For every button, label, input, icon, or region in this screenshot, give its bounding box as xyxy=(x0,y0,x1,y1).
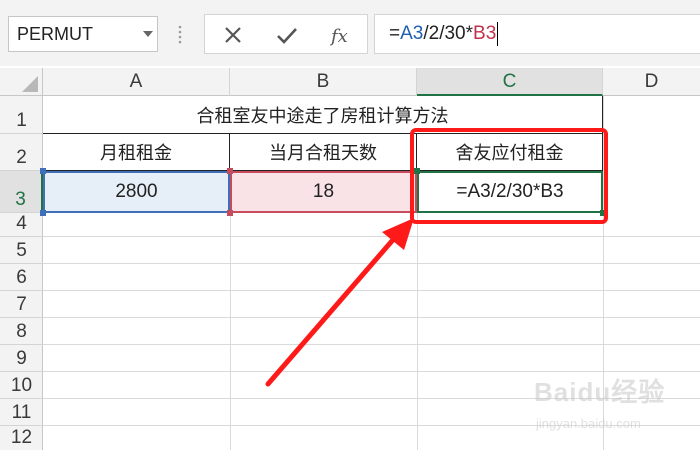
watermark-sub: jingyan.baidu.com xyxy=(536,416,641,431)
watermark-main: Baidu经验 xyxy=(534,377,666,407)
baidu-watermark: Baidu经验 jingyan.baidu.com xyxy=(534,372,694,442)
